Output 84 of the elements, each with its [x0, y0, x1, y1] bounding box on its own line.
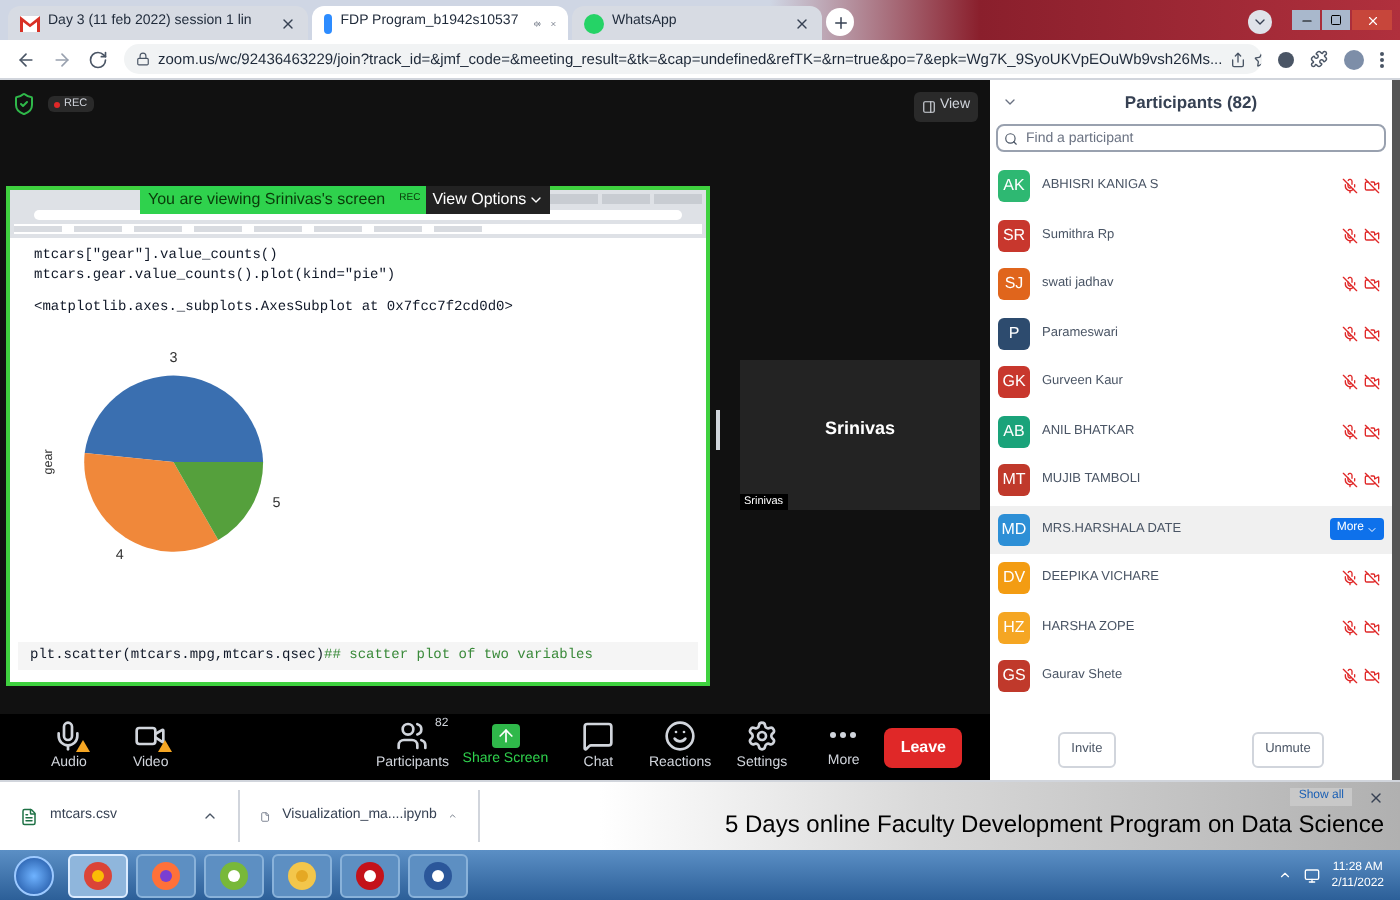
participant-avatar: AB: [998, 415, 1030, 448]
participant-avatar: SR: [998, 219, 1030, 252]
muted-mic-icon: [1342, 374, 1358, 391]
participant-avatar: SJ: [998, 268, 1030, 301]
close-icon[interactable]: [280, 15, 296, 31]
video-off-icon: [1364, 374, 1380, 391]
muted-mic-icon: [1342, 570, 1358, 587]
speaker-icon: [534, 15, 542, 31]
video-off-icon: [1364, 227, 1380, 244]
share-screen-icon: [491, 723, 520, 748]
panel-title: Participants (82): [1122, 89, 1260, 115]
app-icon: [422, 859, 454, 891]
chevron-down-icon: [1366, 523, 1378, 536]
puzzle-icon[interactable]: [1310, 50, 1328, 68]
participant-avatar: GK: [998, 366, 1030, 399]
muted-mic-icon: [1342, 619, 1358, 636]
more-icon: [830, 732, 857, 739]
app-icon: [286, 859, 318, 891]
reload-icon[interactable]: [88, 49, 108, 69]
participant-avatar: MT: [998, 464, 1030, 497]
plus-icon: [831, 13, 849, 31]
leave-button[interactable]: Leave: [884, 727, 962, 767]
close-icon: [1365, 13, 1379, 27]
muted-mic-icon: [1342, 178, 1358, 195]
participant-avatar: DV: [998, 562, 1030, 595]
video-off-icon: [1364, 619, 1380, 636]
taskbar-app-button[interactable]: [340, 853, 400, 897]
collapse-icon[interactable]: [1002, 94, 1018, 110]
video-off-icon: [1364, 570, 1380, 587]
muted-mic-icon: [1342, 423, 1358, 440]
tab-search-button[interactable]: [1248, 10, 1272, 34]
video-off-icon: [1364, 178, 1380, 195]
participant-avatar: P: [998, 317, 1030, 350]
video-off-icon: [1364, 668, 1380, 685]
chevron-down-icon: [528, 192, 545, 208]
resize-handle[interactable]: [716, 410, 720, 450]
search-icon: [1004, 131, 1018, 145]
participant-avatar: AK: [998, 170, 1030, 203]
profile-avatar[interactable]: [1344, 49, 1364, 69]
muted-mic-icon: [1342, 227, 1358, 244]
close-icon[interactable]: [1368, 789, 1384, 805]
video-caption: 5 Days online Faculty Development Program on Data Science: [725, 808, 1386, 842]
participant-avatar: MD: [998, 513, 1030, 546]
layout-icon: [921, 99, 936, 114]
new-tab-button[interactable]: [826, 8, 854, 36]
chevron-up-icon[interactable]: [202, 808, 218, 824]
video-off-icon: [1364, 325, 1380, 342]
file-icon: [260, 807, 271, 825]
chevron-down-icon: [1252, 14, 1268, 30]
muted-mic-icon: [1342, 325, 1358, 342]
view-options-button[interactable]: View Options: [426, 186, 551, 214]
spreadsheet-file-icon: [20, 807, 38, 825]
shield-icon: [12, 92, 36, 116]
people-icon: [396, 719, 429, 752]
microphone-warning-icon: [52, 719, 85, 752]
envelope-icon: [20, 15, 40, 31]
share-icon[interactable]: [1230, 51, 1247, 67]
lock-icon: [136, 52, 150, 66]
app-icon: [354, 859, 386, 891]
participant-name: Srinivas: [822, 416, 898, 442]
forward-icon[interactable]: [52, 49, 72, 69]
extension-icon[interactable]: [1278, 51, 1294, 67]
settings-icon: [745, 719, 778, 752]
participant-avatar: GS: [998, 660, 1030, 693]
video-off-icon: [1364, 472, 1380, 489]
app-icon: [150, 859, 182, 891]
video-off-icon: [1364, 423, 1380, 440]
taskbar-app-button[interactable]: [204, 853, 264, 897]
app-icon: [218, 859, 250, 891]
taskbar-app-button[interactable]: [408, 853, 468, 897]
back-icon[interactable]: [16, 49, 36, 69]
participant-avatar: HZ: [998, 611, 1030, 644]
chat-icon: [582, 719, 615, 752]
muted-mic-icon: [1342, 472, 1358, 489]
close-icon[interactable]: [794, 15, 810, 31]
muted-mic-icon: [1342, 276, 1358, 293]
muted-mic-icon: [1342, 668, 1358, 685]
network-icon[interactable]: [1303, 867, 1320, 883]
banner-text: You are viewing Srinivas's screen: [140, 186, 394, 214]
maximize-button[interactable]: [1322, 10, 1350, 30]
video-off-icon: [1364, 276, 1380, 293]
app-icon: [82, 859, 114, 891]
maximize-icon: [1330, 14, 1342, 26]
smiley-icon: [664, 719, 697, 752]
